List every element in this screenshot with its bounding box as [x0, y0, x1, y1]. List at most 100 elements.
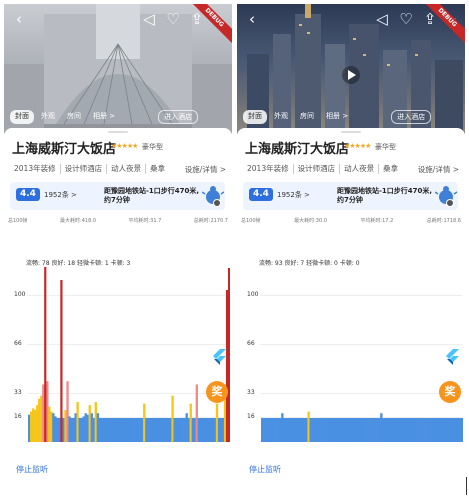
frame-bar [305, 418, 308, 442]
frame-bar [327, 418, 330, 442]
frame-bar [289, 418, 292, 442]
enter-hotel-button[interactable]: 进入酒店 [158, 110, 199, 124]
frame-bar [430, 418, 433, 442]
frame-bar [311, 418, 314, 442]
heart-icon[interactable]: ♡ [164, 10, 182, 28]
frame-bar [167, 418, 170, 442]
flutter-icon [213, 349, 226, 365]
frame-bar [217, 418, 221, 442]
frame-bar [201, 418, 205, 442]
frame-bar [183, 418, 186, 442]
frame-bar [90, 413, 93, 442]
frame-bar [309, 418, 312, 442]
prize-badge[interactable]: 奖 [206, 381, 228, 403]
tab-cover[interactable]: 封面 [243, 110, 267, 124]
frame-bar [285, 418, 288, 442]
frame-bar [58, 418, 61, 442]
stat-avg-time: 平均耗时:17.2 [360, 217, 394, 224]
y-axis-label: 66 [247, 340, 255, 347]
frame-bar [448, 418, 452, 442]
frame-bar [161, 418, 164, 442]
back-icon[interactable]: ‹ [243, 10, 261, 28]
frame-bar [145, 418, 148, 442]
facility-details-link[interactable]: 设施/详情 > [185, 164, 226, 175]
frame-bar [456, 418, 460, 442]
photo-tabs: 封面 外观 房间 相册 > 进入酒店 [10, 110, 199, 124]
tag-item: 2013年装修 [14, 164, 56, 173]
bug-icon[interactable] [202, 184, 224, 208]
bug-icon[interactable] [435, 184, 457, 208]
tag-item: 桑拿 [145, 164, 169, 174]
location-text[interactable]: 距豫园地铁站-1口步行470米, 约7分钟 [337, 187, 435, 205]
frame-bar [96, 413, 99, 442]
stop-monitoring-button[interactable]: 停止监听 [16, 464, 48, 475]
y-axis-label: 100 [14, 291, 26, 298]
frame-bar [211, 418, 215, 442]
hotel-photo[interactable]: ‹ ◁ ♡ ⇪ ⋯ DEBUG 封面 外观 房间 相册 > 进入酒店 [237, 4, 465, 134]
tab-cover[interactable]: 封面 [10, 110, 34, 124]
frame-bar [215, 403, 219, 442]
frame-bar [396, 418, 399, 442]
frame-bar [213, 418, 217, 442]
debug-banner: DEBUG [188, 4, 232, 48]
frame-bar [223, 395, 227, 442]
location-text[interactable]: 距豫园地铁站-1口步行470米, 约7分钟 [104, 187, 202, 205]
frame-bar [30, 411, 33, 442]
frame-bar [404, 418, 407, 442]
review-score[interactable]: 4.4 [16, 188, 40, 201]
frame-bar [378, 418, 381, 442]
frame-bar [151, 418, 154, 442]
mute-icon[interactable]: ◁ [373, 10, 391, 28]
frame-bar [442, 418, 446, 442]
drag-handle[interactable] [108, 131, 128, 133]
frame-bar [42, 384, 45, 442]
mute-icon[interactable]: ◁ [140, 10, 158, 28]
frame-bar [321, 418, 324, 442]
frame-monitor: 总100帧 最大耗时:418.0 平均耗时:31.7 总耗时:2170.7 流畅… [4, 212, 232, 499]
frame-bar [273, 418, 276, 442]
frame-bar [355, 418, 359, 442]
frame-bar [444, 418, 448, 442]
tab-album[interactable]: 相册 > [321, 110, 353, 124]
stat-max-time: 最大耗时:418.0 [60, 217, 97, 224]
frame-bar [333, 418, 337, 442]
frame-bar [353, 418, 357, 442]
facility-details-link[interactable]: 设施/详情 > [418, 164, 459, 175]
hotel-photo[interactable]: ‹ ◁ ♡ ⇪ ⋯ DEBUG 封面 外观 房间 相册 > 进入酒店 [4, 4, 232, 134]
tab-album[interactable]: 相册 > [88, 110, 120, 124]
back-icon[interactable]: ‹ [10, 10, 28, 28]
frame-bar [221, 418, 225, 442]
frame-bar [181, 418, 184, 442]
frame-bar [124, 418, 128, 442]
review-score[interactable]: 4.4 [249, 188, 273, 201]
scrollbar[interactable] [466, 477, 467, 495]
frame-bar [195, 384, 198, 442]
tab-exterior[interactable]: 外观 [36, 110, 60, 124]
frame-bar [436, 418, 440, 442]
stat-avg-time: 平均耗时:31.7 [128, 217, 162, 224]
frame-bar [325, 418, 328, 442]
stop-monitoring-button[interactable]: 停止监听 [249, 464, 281, 475]
frame-bar [169, 418, 172, 442]
frame-bar [84, 413, 87, 442]
tab-room[interactable]: 房间 [295, 110, 319, 124]
frame-bar [319, 418, 322, 442]
frame-bar [384, 418, 387, 442]
prize-badge[interactable]: 奖 [439, 381, 461, 403]
frame-bar [267, 418, 270, 442]
frame-bar [277, 418, 280, 442]
stat-total-time: 总耗时:1718.6 [426, 217, 461, 224]
frame-bar [263, 418, 266, 442]
frame-bar [422, 418, 425, 442]
frame-bar [299, 418, 302, 442]
tab-exterior[interactable]: 外观 [269, 110, 293, 124]
enter-hotel-button[interactable]: 进入酒店 [391, 110, 432, 124]
frame-bar [82, 416, 85, 442]
tab-room[interactable]: 房间 [62, 110, 86, 124]
frame-bar [460, 418, 463, 442]
frame-bar [317, 418, 320, 442]
drag-handle[interactable] [341, 131, 361, 133]
review-count-link[interactable]: 1952条 > [44, 190, 77, 200]
heart-icon[interactable]: ♡ [397, 10, 415, 28]
review-count-link[interactable]: 1952条 > [277, 190, 310, 200]
